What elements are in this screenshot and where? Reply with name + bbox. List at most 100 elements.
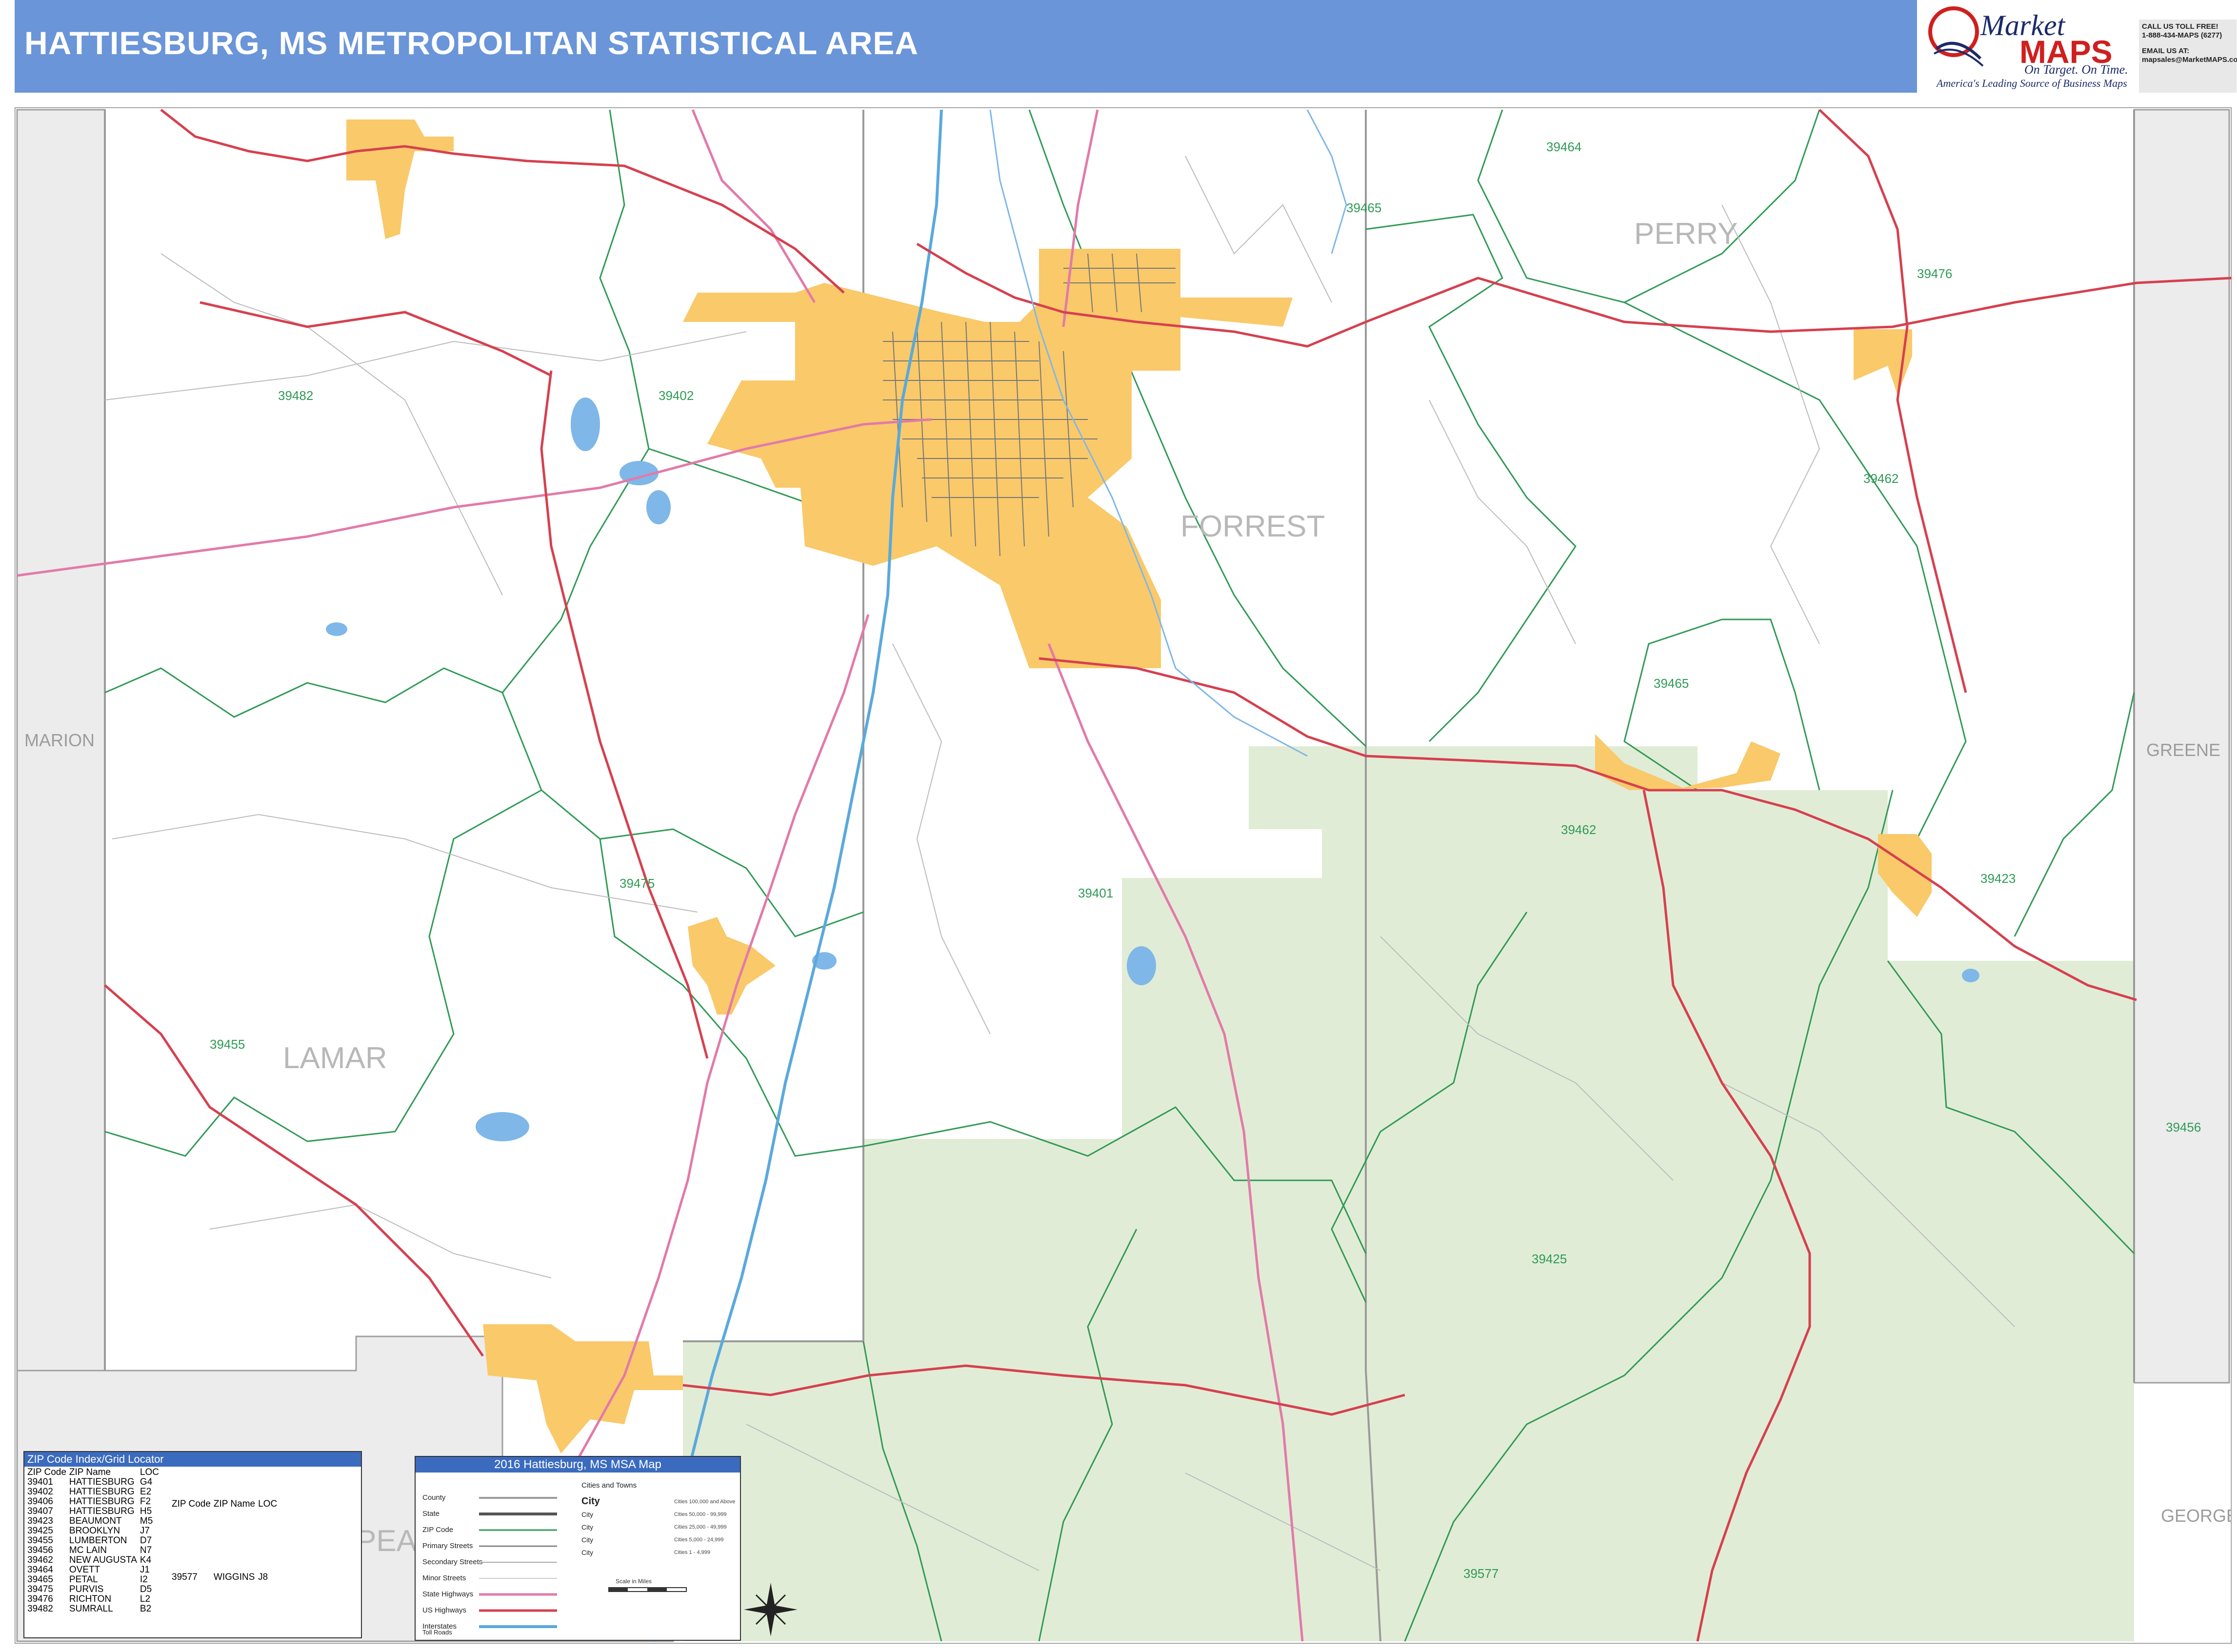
zip-index-row: 39401 HATTIESBURG G4 xyxy=(27,1477,162,1487)
zip-label: 39465 xyxy=(1654,676,1689,691)
zip-code-cell: 39456 xyxy=(27,1545,53,1555)
zip-label: 39462 xyxy=(1561,822,1596,837)
county-label-george: GEORGE xyxy=(2161,1506,2232,1526)
grid-loc-cell: E2 xyxy=(140,1487,152,1497)
brand-subtagline: America's Leading Source of Business Map… xyxy=(1937,77,2127,89)
grid-loc-cell: N7 xyxy=(140,1545,152,1555)
zip-index-title: ZIP Code Index/Grid Locator xyxy=(24,1452,361,1467)
legend-city-size: Cities 100,000 and Above xyxy=(674,1499,736,1505)
zip-code-index: ZIP Code Index/Grid Locator ZIP Code ZIP… xyxy=(23,1451,362,1638)
zip-code-cell: 39402 xyxy=(27,1487,53,1497)
zip-label: 39401 xyxy=(1078,886,1113,900)
zip-index-row: 39455 LUMBERTON D7 xyxy=(27,1536,162,1546)
zip-index-row: 39465 PETAL I2 xyxy=(27,1575,162,1585)
zip-name-cell: MC LAIN xyxy=(69,1545,107,1555)
contact-line: EMAIL US AT: xyxy=(2142,47,2190,55)
county-label-greene: GREENE xyxy=(2146,740,2220,760)
legend-item-primary: Primary Streets xyxy=(422,1542,473,1550)
legend-city-size: Cities 25,000 - 49,999 xyxy=(674,1524,727,1530)
zip-name-cell: HATTIESBURG xyxy=(69,1477,135,1487)
zip-label: 39456 xyxy=(2166,1120,2201,1135)
zip-index-table-left: ZIP Code ZIP Name LOC 39401 HATTIESBURG G4… xyxy=(27,1468,162,1614)
zip-name-cell: LUMBERTON xyxy=(69,1535,127,1546)
zip-label: 39577 xyxy=(1463,1566,1498,1581)
brand-logo: Market MAPS On Target. On Time. America'… xyxy=(1922,0,2137,93)
county-label-perry: PERRY xyxy=(1634,217,1738,251)
legend-cities-heading: Cities and Towns xyxy=(581,1481,637,1490)
zip-index-header-row: ZIP Code ZIP Name LOC xyxy=(27,1468,162,1477)
legend-item-state: State xyxy=(422,1510,440,1518)
zip-index-row: 39464 OVETT J1 xyxy=(27,1565,162,1575)
zip-index-header: ZIP Name xyxy=(213,1499,256,1509)
legend-item-toll: Toll Roads xyxy=(422,1629,452,1636)
grid-loc-cell: J7 xyxy=(140,1526,150,1536)
legend-item-state-hwy: State Highways xyxy=(422,1590,474,1598)
legend-item-county: County xyxy=(422,1493,446,1502)
zip-index-row: 39402 HATTIESBURG E2 xyxy=(27,1487,162,1497)
legend-scale-label: Scale in Miles xyxy=(616,1578,652,1585)
zip-code-cell: 39423 xyxy=(27,1516,53,1526)
grid-loc-cell: M5 xyxy=(140,1516,153,1526)
zip-code-cell: 39475 xyxy=(27,1584,53,1594)
grid-loc-cell: D7 xyxy=(140,1535,152,1546)
zip-code-cell: 39425 xyxy=(27,1526,53,1536)
header-bar: HATTIESBURG, MS METROPOLITAN STATISTICAL… xyxy=(15,0,1917,93)
grid-loc-cell: H5 xyxy=(140,1506,152,1516)
zip-code-cell: 39406 xyxy=(27,1496,53,1507)
zip-code-cell: 39401 xyxy=(27,1477,53,1487)
grid-loc-cell: L2 xyxy=(140,1594,151,1604)
zip-label: 39462 xyxy=(1863,471,1898,486)
grid-loc-cell: J1 xyxy=(140,1565,150,1575)
zip-label: 39482 xyxy=(278,388,313,403)
grid-loc-cell: J8 xyxy=(258,1572,268,1582)
grid-loc-cell: F2 xyxy=(140,1496,151,1507)
legend-title: 2016 Hattiesburg, MS MSA Map xyxy=(416,1457,740,1473)
zip-name-cell: BEAUMONT xyxy=(69,1516,122,1526)
legend-item-minor: Minor Streets xyxy=(422,1574,466,1582)
zip-name-cell: NEW AUGUSTA xyxy=(69,1555,137,1565)
legend-city-label: City xyxy=(581,1523,594,1531)
map-legend: 2016 Hattiesburg, MS MSA Map County Stat… xyxy=(415,1456,741,1641)
zip-index-row: 39406 HATTIESBURG F2 xyxy=(27,1497,162,1507)
grid-loc-cell: K4 xyxy=(140,1555,152,1565)
legend-item-zip: ZIP Code xyxy=(422,1526,454,1534)
county-label-forrest: FORREST xyxy=(1180,510,1325,543)
zip-index-left-body: 39401 HATTIESBURG G4 39402 HATTIESBURG E2 3940… xyxy=(27,1477,162,1614)
legend-city-label: City xyxy=(581,1496,600,1507)
legend-city-size: Cities 1 - 4,999 xyxy=(674,1550,710,1555)
zip-label: 39475 xyxy=(619,876,655,891)
zip-label: 39423 xyxy=(1980,871,2016,886)
legend-city-size: Cities 5,000 - 24,999 xyxy=(674,1537,724,1543)
contact-email[interactable]: mapsales@MarketMAPS.com xyxy=(2142,56,2237,64)
grid-loc-cell: B2 xyxy=(140,1604,152,1614)
contact-phone[interactable]: 1-888-434-MAPS (6277) xyxy=(2142,31,2234,40)
zip-name-cell: HATTIESBURG xyxy=(69,1496,135,1507)
zip-index-row: 39425 BROOKLYN J7 xyxy=(27,1526,162,1536)
legend-city-label: City xyxy=(581,1511,594,1518)
zip-index-row: 39577 WIGGINS J8 xyxy=(172,1541,280,1614)
grid-loc-cell: I2 xyxy=(140,1574,148,1585)
grid-loc-cell: G4 xyxy=(140,1477,153,1487)
contact-line: CALL US TOLL FREE! xyxy=(2142,22,2218,31)
zip-index-row: 39462 NEW AUGUSTA K4 xyxy=(27,1555,162,1565)
contact-box: CALL US TOLL FREE! 1-888-434-MAPS (6277)… xyxy=(2139,20,2237,93)
zip-index-row: 39476 RICHTON L2 xyxy=(27,1594,162,1604)
legend-city-size: Cities 50,000 - 99,999 xyxy=(674,1512,727,1517)
zip-code-cell: 39464 xyxy=(27,1565,53,1575)
zip-name-cell: HATTIESBURG xyxy=(69,1506,135,1516)
zip-code-cell: 39577 xyxy=(172,1572,198,1582)
zip-code-cell: 39455 xyxy=(27,1535,53,1546)
brand-tagline: On Target. On Time. xyxy=(2024,62,2128,77)
zip-label: 39402 xyxy=(659,388,694,403)
zip-code-cell: 39465 xyxy=(27,1574,53,1585)
zip-index-header: LOC xyxy=(140,1467,159,1477)
zip-index-header: ZIP Code xyxy=(27,1467,66,1477)
map-canvas[interactable]: PERRY FORREST LAMAR MARION GREENE GEORGE… xyxy=(15,107,2232,1644)
zip-name-cell: OVETT xyxy=(69,1565,100,1575)
grid-loc-cell: D5 xyxy=(140,1584,152,1594)
zip-name-cell: HATTIESBURG xyxy=(69,1487,135,1497)
zip-label: 39425 xyxy=(1532,1252,1567,1266)
zip-code-cell: 39462 xyxy=(27,1555,53,1565)
zip-name-cell: SUMRALL xyxy=(69,1604,113,1614)
zip-index-header: ZIP Name xyxy=(69,1467,111,1477)
